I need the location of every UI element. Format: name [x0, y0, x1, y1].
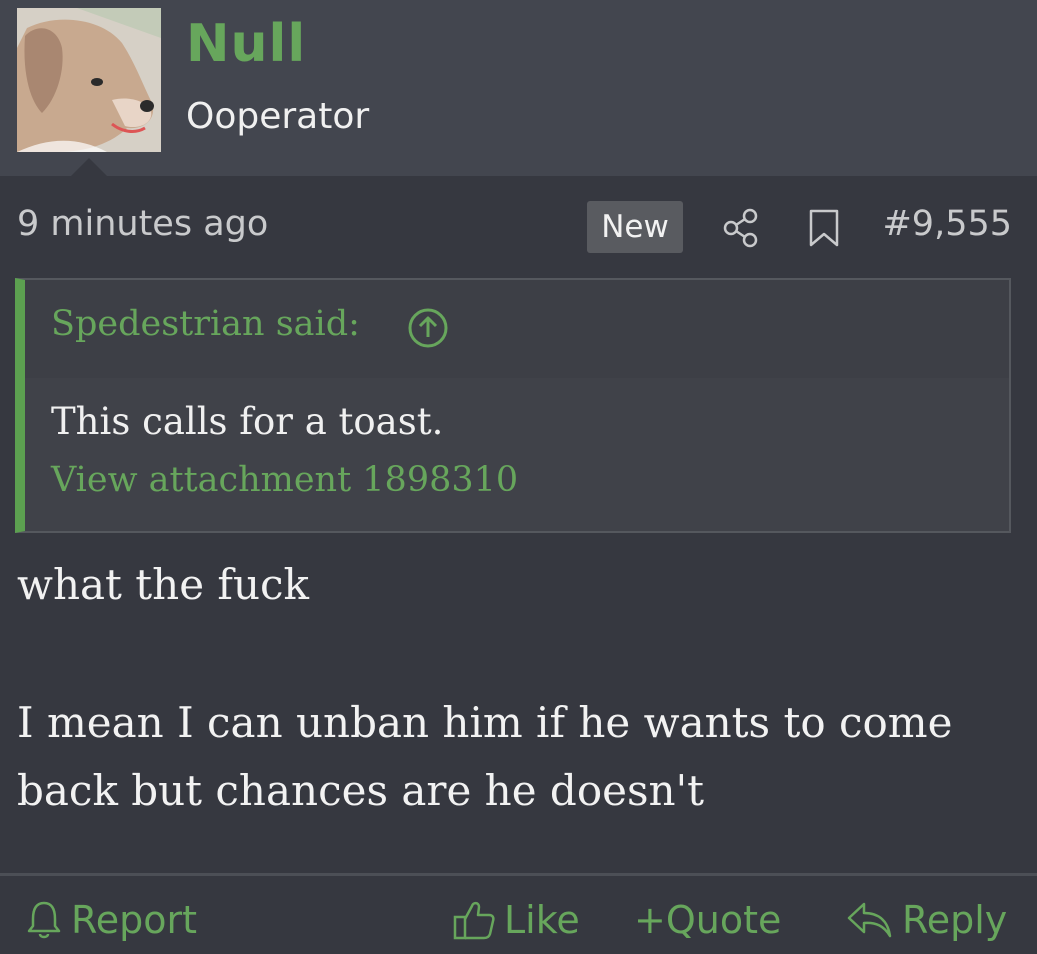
username[interactable]: Null	[186, 14, 306, 74]
reply-button[interactable]: Reply	[846, 893, 1007, 947]
dog-avatar-image	[17, 8, 161, 152]
post-time[interactable]: 9 minutes ago	[17, 204, 268, 244]
actions-divider	[0, 873, 1037, 876]
report-label: Report	[71, 898, 197, 942]
quote-label: +Quote	[634, 898, 782, 942]
post-meta-row: 9 minutes ago New #9,555	[0, 196, 1037, 260]
reply-label: Reply	[902, 898, 1008, 942]
header-pointer	[71, 158, 107, 176]
bookmark-icon[interactable]	[808, 208, 840, 252]
thumbs-up-icon	[453, 901, 495, 940]
like-button[interactable]: Like	[452, 893, 580, 947]
reply-icon	[847, 902, 892, 938]
attachment-link[interactable]: View attachment 1898310	[51, 460, 518, 500]
report-button[interactable]: Report	[25, 893, 197, 947]
user-title: Ooperator	[186, 96, 370, 137]
post-body-line: what the fuck	[17, 560, 309, 609]
post-body-line: I mean I can unban him if he wants to co…	[17, 698, 953, 747]
post-number[interactable]: #9,555	[882, 204, 1012, 244]
quote-text: This calls for a toast.	[51, 400, 444, 443]
like-label: Like	[504, 898, 580, 942]
quote-author[interactable]: Spedestrian said:	[51, 304, 360, 344]
quote-button[interactable]: +Quote	[634, 893, 781, 947]
new-badge: New	[587, 201, 683, 253]
post-author-header: Null Ooperator	[0, 0, 1037, 176]
arrow-up-circle-icon[interactable]	[407, 307, 449, 353]
post-body-line: back but chances are he doesn't	[17, 766, 704, 815]
quote-block: Spedestrian said: This calls for a toast…	[15, 278, 1011, 533]
quote-header: Spedestrian said:	[25, 280, 1009, 378]
avatar[interactable]	[17, 8, 161, 152]
bell-icon	[27, 901, 61, 939]
share-icon[interactable]	[721, 208, 761, 252]
